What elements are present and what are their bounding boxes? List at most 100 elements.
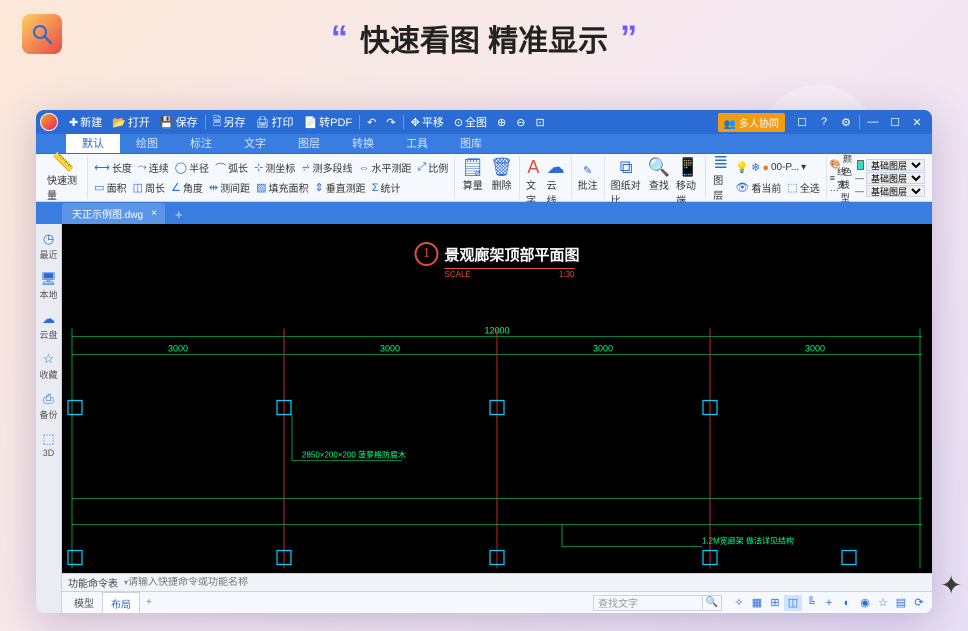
cloud-icon: ☁ [42,311,55,327]
rail-cloud[interactable]: ☁云盘 [36,308,61,344]
layout-tab[interactable]: 布局 [102,592,140,614]
snap-button[interactable]: ✧ [730,595,748,611]
radius-button[interactable]: ◯半径 [172,158,212,178]
workspace: ◷最近 🖥本地 ☁云盘 ☆收藏 ⎙备份 ⬚3D 12000 [36,224,932,613]
tab-annotate[interactable]: 标注 [174,134,228,153]
collab-button[interactable]: 👥 多人协同 [718,113,785,132]
arclen-button[interactable]: ⌒弧长 [212,158,251,178]
sparkle-icon: ✦ [940,570,962,601]
tab-gallery[interactable]: 图库 [444,134,498,153]
layer-combo[interactable]: 💡❄●00-P...▾ [732,158,809,178]
zoom-extents-button[interactable]: ⊙全图 [449,112,492,132]
scale-label: SCALE [444,270,470,279]
length-button[interactable]: ⟷长度 [91,158,135,178]
close-icon[interactable]: ✕ [906,112,928,132]
zoom-out-button[interactable]: ⊖ [511,112,530,132]
annotate-button[interactable]: ✎批注 [575,164,601,192]
help-icon[interactable]: ? [813,112,835,132]
quick-measure-button[interactable]: 📏 快速测量 [43,151,84,204]
polar-button[interactable]: ◫ [784,595,802,611]
rail-favorite[interactable]: ☆收藏 [36,348,61,384]
layer-select-2[interactable]: 基础图层 [866,172,925,184]
command-input[interactable] [128,577,932,588]
lineweight-button[interactable]: ◐ [838,595,856,611]
minimize-icon[interactable]: — [862,112,884,132]
feedback-icon[interactable]: ☐ [791,112,813,132]
osnap-button[interactable]: + [820,595,838,611]
maximize-icon[interactable]: ☐ [884,112,906,132]
model-tab[interactable]: 模型 [66,592,102,613]
find-button[interactable]: 🔍查找 [645,158,673,178]
mobile-button[interactable]: 📱移动端 [673,158,702,178]
pan-button[interactable]: ✥平移 [406,112,449,132]
zoom-window-button[interactable]: ⊡ [530,112,549,132]
ortho-button[interactable]: ⊞ [766,595,784,611]
vertical-measure-button[interactable]: ⇕垂直测距 [311,178,368,198]
tab-draw[interactable]: 绘图 [120,134,174,153]
undo-button[interactable]: ↶ [362,112,381,132]
quote-right-icon: ” [620,19,637,58]
new-button[interactable]: ✚新建 [64,112,107,132]
hatch-button[interactable]: ▤ [892,595,910,611]
tab-tools[interactable]: 工具 [390,134,444,153]
redo-button[interactable]: ↷ [381,112,400,132]
add-layout-button[interactable]: + [140,597,158,608]
add-tab-button[interactable]: + [167,205,191,224]
drawing-canvas[interactable]: 12000 3000 3000 3000 3000 [62,224,932,573]
topdf-button[interactable]: 📄转PDF [298,112,357,132]
left-rail: ◷最近 🖥本地 ☁云盘 ☆收藏 ⎙备份 ⬚3D [36,224,62,613]
delete-button[interactable]: 🗑删除 [487,158,516,178]
tab-convert[interactable]: 转换 [336,134,390,153]
titlebar: ✚新建 📂打开 💾保存 🗎另存 🖨打印 📄转PDF ↶ ↷ ✥平移 ⊙全图 ⊕ … [36,110,932,134]
polyline-measure-button[interactable]: ⩫测多段线 [298,158,355,178]
svg-text:3000: 3000 [168,344,188,354]
search-text-input[interactable]: 查找文字 [593,595,703,611]
favorite-toggle[interactable]: ☆ [874,595,892,611]
compare-button[interactable]: ⧉图纸对比 [608,158,645,178]
area-button[interactable]: ▭面积 [91,178,129,198]
file-tab[interactable]: 天正示例图.dwg× [62,203,165,224]
cloud-button[interactable]: ☁云线 [544,158,568,178]
angle-button[interactable]: ∠角度 [168,178,206,198]
ucs-button[interactable]: ╚ [802,595,820,611]
svg-text:2850×200×200 菠萝格防腐木: 2850×200×200 菠萝格防腐木 [302,450,406,460]
settings-icon[interactable]: ⚙ [835,112,857,132]
ribbon: 📏 快速测量 ⟷长度 ⤳连续 ◯半径 ⌒弧长 ⊹测坐标 ⩫测多段线 ⇔水平测距 … [36,154,932,202]
user-avatar[interactable] [40,113,58,131]
select-all-button[interactable]: ⬚全选 [784,178,822,198]
search-button[interactable]: 🔍 [702,595,722,611]
zoom-in-button[interactable]: ⊕ [492,112,511,132]
rail-recent[interactable]: ◷最近 [36,228,61,264]
distance-button[interactable]: ⇹测间距 [206,178,253,198]
color-swatch[interactable] [857,160,864,170]
color-wheel-button[interactable]: ◉ [856,595,874,611]
tab-layer[interactable]: 图层 [282,134,336,153]
compare-icon: ⧉ [620,158,633,176]
look-current-button[interactable]: 👁看当前 [732,178,784,198]
grid-button[interactable]: ▦ [748,595,766,611]
save-button[interactable]: 💾保存 [155,112,203,132]
print-button[interactable]: 🖨打印 [250,112,298,132]
perimeter-button[interactable]: ◫周长 [130,178,168,198]
tab-close-icon[interactable]: × [151,208,157,219]
open-button[interactable]: 📂打开 [107,112,155,132]
file-tabs: 天正示例图.dwg× + [36,202,932,224]
clock-icon: ◷ [43,231,54,247]
calc-button[interactable]: 🗒算量 [458,158,487,178]
rail-3d[interactable]: ⬚3D [36,428,61,461]
rail-local[interactable]: 🖥本地 [36,268,61,304]
layer-button[interactable]: ≣图层 [709,151,732,204]
scale-button[interactable]: ⤢比例 [415,158,452,178]
tab-text[interactable]: 文字 [228,134,282,153]
coord-button[interactable]: ⊹测坐标 [251,158,298,178]
rail-backup[interactable]: ⎙备份 [36,388,61,424]
continuous-button[interactable]: ⤳连续 [135,158,172,178]
fill-area-button[interactable]: ▨填充面积 [253,178,311,198]
refresh-button[interactable]: ⟳ [910,595,928,611]
horizontal-measure-button[interactable]: ⇔水平测距 [356,158,415,178]
layer-select-1[interactable]: 基础图层 [866,159,925,171]
layer-select-3[interactable]: 基础图层 [866,185,925,197]
stats-button[interactable]: Σ统计 [369,178,404,198]
saveas-button[interactable]: 🗎另存 [208,112,251,132]
text-button[interactable]: A文字 [523,158,544,178]
